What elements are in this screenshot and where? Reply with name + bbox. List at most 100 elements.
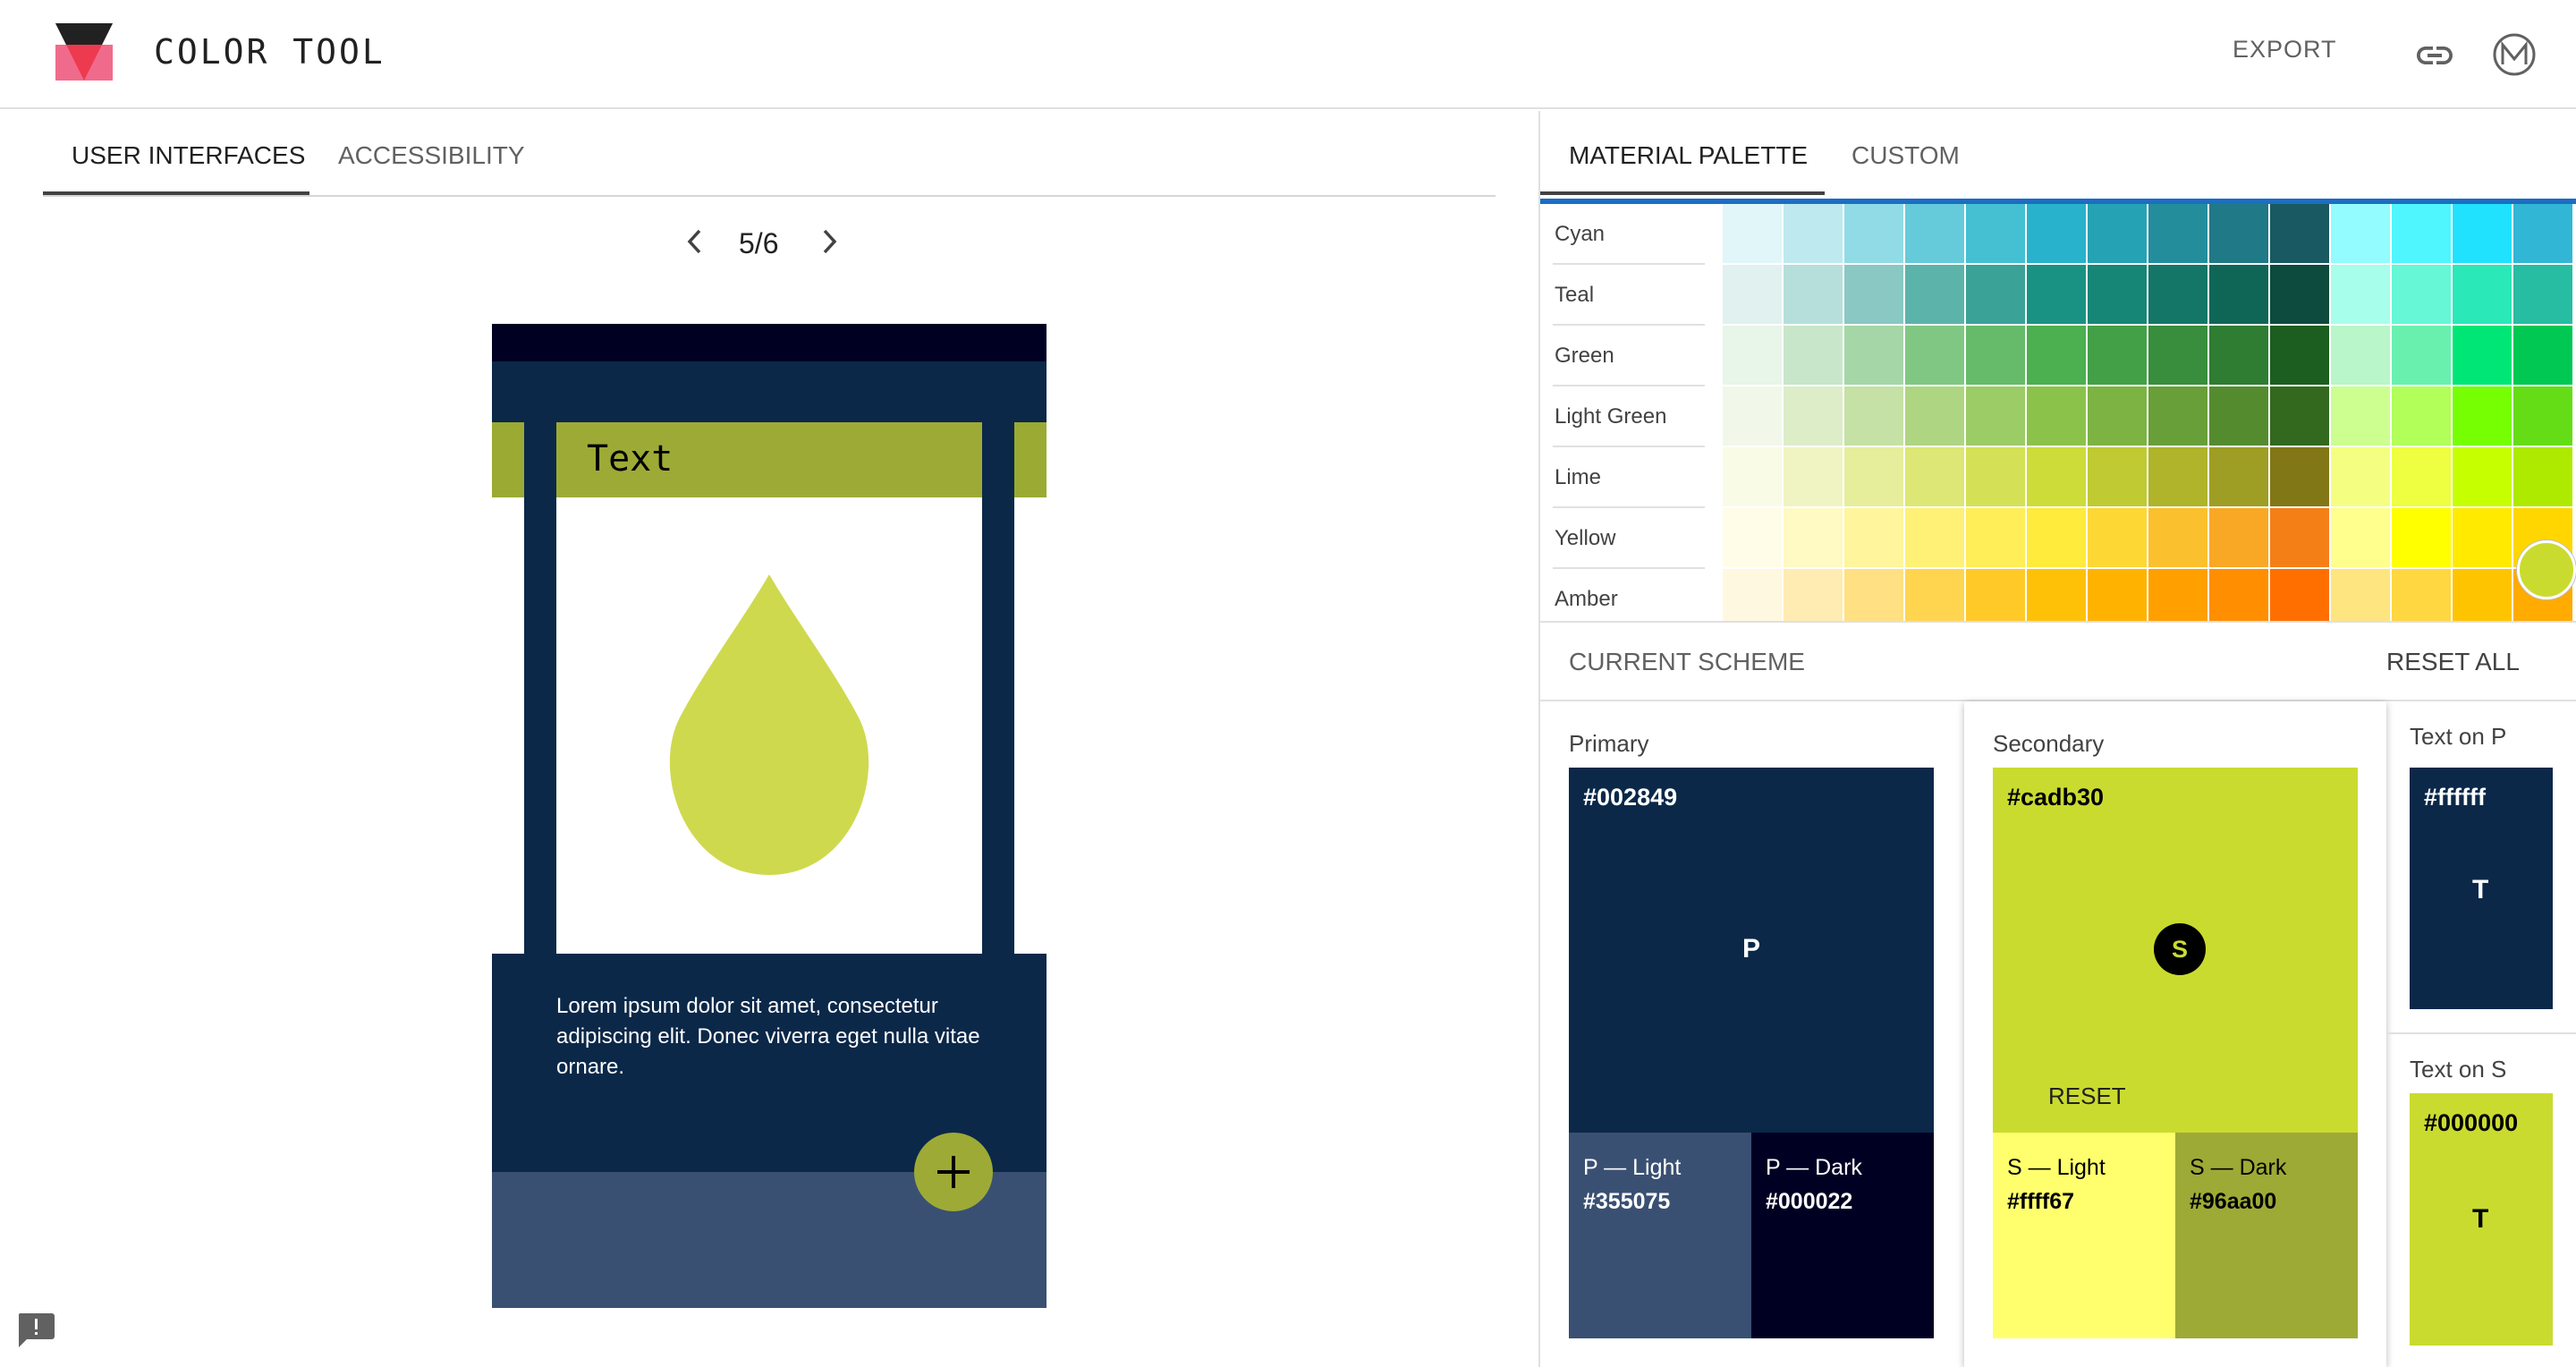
palette-swatch[interactable] — [1905, 326, 1966, 386]
link-icon[interactable] — [2413, 34, 2456, 77]
palette-swatch[interactable] — [2209, 326, 2270, 386]
palette-swatch[interactable] — [2027, 447, 2088, 508]
palette-swatch[interactable] — [2453, 204, 2513, 265]
palette-swatch[interactable] — [2270, 326, 2331, 386]
palette-swatch[interactable] — [2453, 265, 2513, 326]
palette-swatch[interactable] — [2148, 265, 2209, 326]
palette-swatch[interactable] — [1784, 326, 1844, 386]
palette-swatch[interactable] — [1966, 447, 2027, 508]
text-on-s-swatch[interactable]: #000000 T — [2410, 1093, 2553, 1346]
tab-material-palette[interactable]: MATERIAL PALETTE — [1569, 141, 1808, 170]
primary-light-swatch[interactable]: P — Light #355075 — [1569, 1133, 1751, 1338]
palette-swatch[interactable] — [2027, 508, 2088, 569]
text-on-p-swatch[interactable]: #ffffff T — [2410, 768, 2553, 1009]
reset-secondary-button[interactable]: RESET — [2048, 1083, 2126, 1110]
palette-swatch[interactable] — [1844, 204, 1905, 265]
palette-swatch[interactable] — [2209, 447, 2270, 508]
palette-swatch[interactable] — [1905, 204, 1966, 265]
palette-swatch[interactable] — [2270, 447, 2331, 508]
palette-swatch[interactable] — [2513, 326, 2574, 386]
palette-swatch[interactable] — [2453, 447, 2513, 508]
palette-swatch[interactable] — [2331, 447, 2392, 508]
palette-swatch[interactable] — [2209, 386, 2270, 447]
palette-swatch[interactable] — [1966, 508, 2027, 569]
palette-swatch[interactable] — [2392, 204, 2453, 265]
palette-swatch[interactable] — [2270, 508, 2331, 569]
palette-swatch[interactable] — [2331, 265, 2392, 326]
tab-accessibility[interactable]: ACCESSIBILITY — [338, 141, 525, 170]
palette-swatch[interactable] — [1723, 265, 1784, 326]
palette-swatch[interactable] — [2148, 326, 2209, 386]
palette-swatch[interactable] — [2209, 265, 2270, 326]
palette-swatch[interactable] — [2027, 265, 2088, 326]
palette-swatch[interactable] — [2392, 326, 2453, 386]
palette-swatch[interactable] — [2392, 508, 2453, 569]
primary-swatch[interactable]: #002849 P — [1569, 768, 1934, 1133]
palette-swatch[interactable] — [1723, 447, 1784, 508]
palette-swatch[interactable] — [1966, 265, 2027, 326]
palette-swatch[interactable] — [2513, 386, 2574, 447]
palette-swatch[interactable] — [1844, 326, 1905, 386]
palette-swatch[interactable] — [2331, 326, 2392, 386]
palette-swatch[interactable] — [2453, 386, 2513, 447]
feedback-icon[interactable] — [16, 1312, 55, 1349]
palette-swatch[interactable] — [2453, 326, 2513, 386]
palette-swatch[interactable] — [2270, 265, 2331, 326]
palette-swatch[interactable] — [2148, 386, 2209, 447]
palette-swatch[interactable] — [2027, 326, 2088, 386]
palette-swatch[interactable] — [2392, 447, 2453, 508]
palette-swatch[interactable] — [2331, 204, 2392, 265]
palette-swatch[interactable] — [1844, 386, 1905, 447]
palette-swatch[interactable] — [2392, 386, 2453, 447]
selected-swatch-indicator[interactable] — [2517, 540, 2576, 599]
palette-swatch[interactable] — [2088, 326, 2148, 386]
palette-swatch[interactable] — [1784, 204, 1844, 265]
palette-swatch[interactable] — [2513, 265, 2574, 326]
palette-swatch[interactable] — [2088, 508, 2148, 569]
palette-swatch[interactable] — [1723, 386, 1784, 447]
palette-swatch[interactable] — [1723, 508, 1784, 569]
palette-swatch[interactable] — [1784, 265, 1844, 326]
palette-swatch[interactable] — [1905, 265, 1966, 326]
palette-swatch[interactable] — [2148, 204, 2209, 265]
palette-swatch[interactable] — [2088, 386, 2148, 447]
material-m-icon[interactable] — [2492, 32, 2537, 77]
palette-swatch[interactable] — [2331, 508, 2392, 569]
palette-swatch[interactable] — [1723, 204, 1784, 265]
palette-swatch[interactable] — [2088, 265, 2148, 326]
secondary-dark-swatch[interactable]: S — Dark #96aa00 — [2175, 1133, 2358, 1338]
palette-swatch[interactable] — [1784, 386, 1844, 447]
palette-swatch[interactable] — [1966, 326, 2027, 386]
palette-swatch[interactable] — [1966, 386, 2027, 447]
palette-swatch[interactable] — [1905, 386, 1966, 447]
tab-user-interfaces[interactable]: USER INTERFACES — [72, 141, 305, 170]
secondary-light-swatch[interactable]: S — Light #ffff67 — [1993, 1133, 2175, 1338]
palette-swatch[interactable] — [1844, 265, 1905, 326]
tab-custom[interactable]: CUSTOM — [1852, 141, 1960, 170]
palette-swatch[interactable] — [1844, 447, 1905, 508]
palette-swatch[interactable] — [2209, 508, 2270, 569]
chevron-left-icon[interactable] — [682, 225, 708, 258]
palette-swatch[interactable] — [2513, 204, 2574, 265]
palette-swatch[interactable] — [2270, 204, 2331, 265]
primary-dark-swatch[interactable]: P — Dark #000022 — [1751, 1133, 1934, 1338]
palette-swatch[interactable] — [2392, 265, 2453, 326]
palette-swatch[interactable] — [2209, 204, 2270, 265]
palette-swatch[interactable] — [2453, 508, 2513, 569]
palette-swatch[interactable] — [2513, 447, 2574, 508]
palette-swatch[interactable] — [2148, 447, 2209, 508]
palette-swatch[interactable] — [1844, 508, 1905, 569]
palette-swatch[interactable] — [1784, 447, 1844, 508]
add-fab-button[interactable] — [914, 1133, 993, 1211]
export-button[interactable]: EXPORT — [2233, 36, 2337, 64]
palette-swatch[interactable] — [2088, 447, 2148, 508]
chevron-right-icon[interactable] — [816, 225, 843, 258]
palette-swatch[interactable] — [1966, 204, 2027, 265]
palette-swatch[interactable] — [1784, 508, 1844, 569]
palette-swatch[interactable] — [2331, 386, 2392, 447]
secondary-swatch[interactable]: #cadb30 S RESET — [1993, 768, 2358, 1133]
palette-swatch[interactable] — [2027, 386, 2088, 447]
palette-swatch[interactable] — [2027, 204, 2088, 265]
palette-swatch[interactable] — [1905, 508, 1966, 569]
palette-swatch[interactable] — [2148, 508, 2209, 569]
